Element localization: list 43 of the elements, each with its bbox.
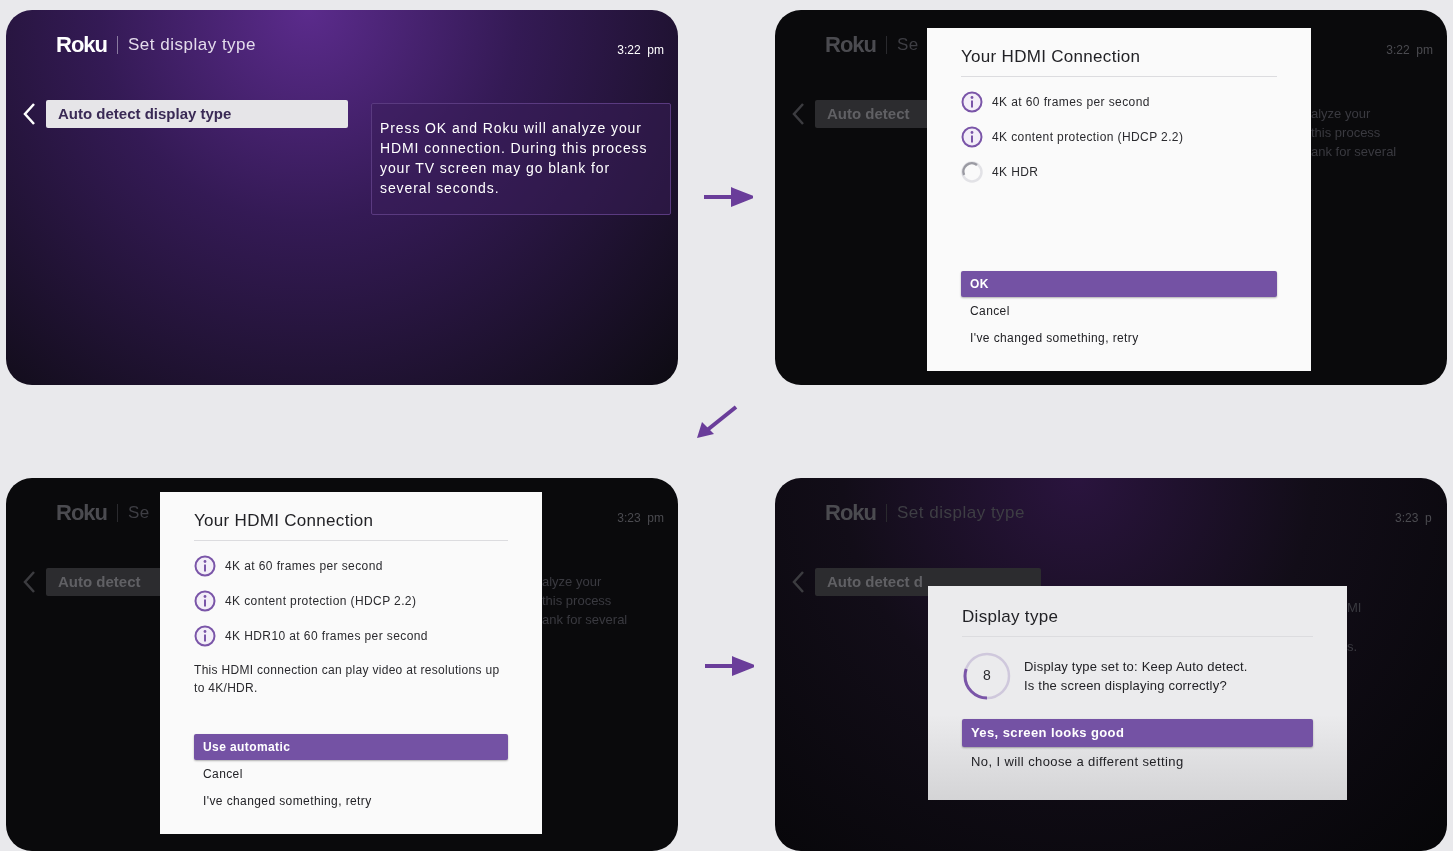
info-icon [194, 589, 216, 612]
check-label: 4K HDR [992, 163, 1039, 181]
check-label: 4K at 60 frames per second [225, 557, 383, 575]
clock-time: 3:23 pm [617, 510, 664, 527]
dialog-option[interactable]: I've changed something, retry [194, 788, 508, 814]
screen-title: Se [128, 501, 150, 524]
dialog-option[interactable]: Yes, screen looks good [962, 719, 1313, 747]
dialog-option[interactable]: Cancel [194, 761, 508, 787]
info-icon [194, 554, 216, 577]
dialog-option[interactable]: I've changed something, retry [961, 325, 1277, 351]
roku-logo: Roku [56, 499, 107, 527]
dialog-title: Your HDMI Connection [961, 44, 1277, 77]
menu-item[interactable]: Auto detect display type [46, 100, 348, 128]
dialog-option[interactable]: No, I will choose a different setting [962, 748, 1313, 776]
message-line: Display type set to: Keep Auto detect. [1024, 657, 1248, 676]
screen-title: Se [897, 33, 919, 56]
dialog-option[interactable]: Use automatic [194, 734, 508, 760]
loading-spinner-icon [961, 160, 983, 183]
result-message: This HDMI connection can play video at resolutions up to 4K/HDR. [194, 661, 501, 697]
screen-title: Set display type [128, 33, 256, 56]
arrow-icon [702, 186, 753, 207]
arrow-icon [695, 404, 738, 439]
clock-time: 3:23 p [1395, 510, 1432, 527]
dialog-title: Display type [962, 604, 1313, 637]
check-label: 4K content protection (HDCP 2.2) [225, 592, 417, 610]
clock-time: 3:22 pm [617, 42, 664, 59]
clock-time: 3:22 pm [1386, 42, 1433, 59]
message-line: Is the screen displaying correctly? [1024, 676, 1228, 695]
check-label: 4K HDR10 at 60 frames per second [225, 627, 428, 645]
check-label: 4K content protection (HDCP 2.2) [992, 128, 1184, 146]
arrow-icon [703, 656, 754, 676]
info-icon [961, 90, 983, 113]
roku-logo: Roku [825, 31, 876, 59]
roku-logo: Roku [56, 31, 107, 59]
info-panel: Press OK and Roku will analyze your HDMI connection. During this process your TV screen may go blank for several seconds. [371, 103, 671, 215]
info-icon [961, 125, 983, 148]
roku-logo: Roku [825, 499, 876, 527]
dialog-option[interactable]: Cancel [961, 298, 1277, 324]
check-label: 4K at 60 frames per second [992, 93, 1150, 111]
dialog-option[interactable]: OK [961, 271, 1277, 297]
countdown-ring: 8 [962, 650, 1012, 701]
info-icon [194, 624, 216, 647]
dialog-title: Your HDMI Connection [194, 508, 508, 541]
